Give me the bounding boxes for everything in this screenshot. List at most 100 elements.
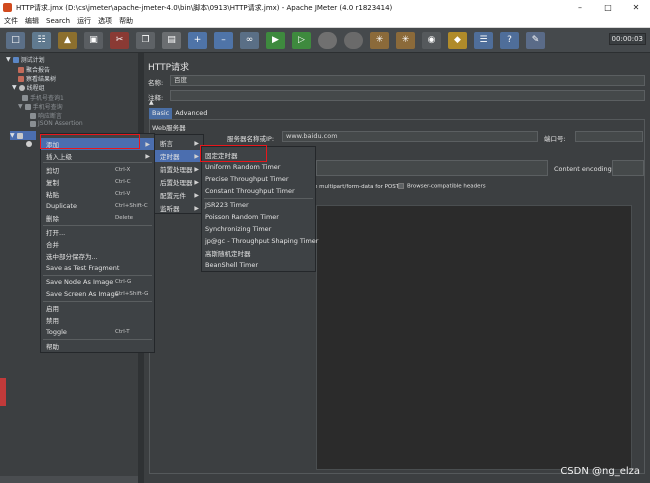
menu-item-open[interactable]: 打开... xyxy=(41,226,154,238)
elapsed-timer: 00:00:03 xyxy=(608,33,646,45)
menu-item-disable[interactable]: 禁用 xyxy=(41,314,154,326)
checkbox-icon xyxy=(398,183,404,189)
help-icon[interactable]: ? xyxy=(500,31,519,49)
menu-item-copy[interactable]: 复制 Ctrl-C xyxy=(41,176,154,188)
server-name-field[interactable]: www.baidu.com xyxy=(282,131,538,142)
clear-all-icon[interactable]: ✳ xyxy=(396,31,415,49)
menu-item-enable[interactable]: 启用 xyxy=(41,302,154,314)
menu-edit[interactable]: 编辑 xyxy=(25,16,39,26)
menu-file[interactable]: 文件 xyxy=(4,16,18,26)
timer-item-precise-throughput-timer[interactable]: Precise Throughput Timer xyxy=(202,173,315,185)
start-no-pause-icon[interactable]: ▷ xyxy=(292,31,311,49)
parameters-area[interactable] xyxy=(316,205,632,470)
tree-node-json-assertion[interactable]: JSON Assertion xyxy=(30,120,83,127)
tree-node-test-plan[interactable]: ▼ 测试计划 xyxy=(6,55,45,64)
tree-node-phone-query-1[interactable]: 手机号查询1 xyxy=(22,93,64,102)
remote-icon[interactable]: ✎ xyxy=(526,31,545,49)
menu-item-cut[interactable]: 剪切 Ctrl-X xyxy=(41,164,154,176)
open-icon[interactable]: ▲ xyxy=(58,31,77,49)
menu-item-delete[interactable]: 删除 Delete xyxy=(41,212,154,224)
copy-icon[interactable]: ❐ xyxy=(136,31,155,49)
clear-icon[interactable]: ✳ xyxy=(370,31,389,49)
content-encoding-field[interactable] xyxy=(612,160,644,176)
menu-item-insert-parent[interactable]: 插入上级 ▶ xyxy=(41,150,154,162)
toggle-icon[interactable]: ∞ xyxy=(240,31,259,49)
submenu-arrow-icon: ▶ xyxy=(194,139,199,147)
jmeter-window: HTTP请求.jmx (D:\cs\jmeter\apache-jmeter-4… xyxy=(0,0,650,483)
timer-item-poisson-random-timer[interactable]: Poisson Random Timer xyxy=(202,211,315,223)
timer-item-gaussian-random-timer[interactable]: 高斯随机定时器 xyxy=(202,247,315,259)
tree-node-aggregate-report[interactable]: 聚合报告 xyxy=(18,65,50,74)
submenu-item-timer[interactable]: 定时器 ▶ xyxy=(155,150,203,162)
tree-node-response-assertion[interactable]: 响应断言 xyxy=(30,111,62,120)
pencil-icon xyxy=(16,132,23,139)
cut-icon[interactable]: ✂ xyxy=(110,31,129,49)
function-helper-icon[interactable]: ☰ xyxy=(474,31,493,49)
submenu-item-pre-processor[interactable]: 前置处理器 ▶ xyxy=(155,163,203,175)
timer-item-synchronizing-timer[interactable]: Synchronizing Timer xyxy=(202,223,315,235)
minimize-button[interactable]: – xyxy=(566,0,594,15)
menu-item-merge[interactable]: 合并 xyxy=(41,238,154,250)
tree-node-child[interactable] xyxy=(26,141,34,147)
templates-icon[interactable]: ☷ xyxy=(32,31,51,49)
submenu-arrow-icon: ▶ xyxy=(194,204,199,212)
reset-search-icon[interactable]: ◆ xyxy=(448,31,467,49)
tree-node-thread-group[interactable]: ▼ 线程组 xyxy=(12,83,45,92)
comment-field[interactable] xyxy=(170,90,645,101)
search-icon[interactable]: ◉ xyxy=(422,31,441,49)
tree-node-http-request-selected[interactable]: ▼ xyxy=(10,131,36,140)
tree-horizontal-scrollbar[interactable] xyxy=(0,476,138,483)
sampler-tabs: Basic Advanced xyxy=(149,108,210,119)
submenu-arrow-icon: ▶ xyxy=(145,152,150,160)
browser-headers-checkbox[interactable]: Browser-compatible headers xyxy=(398,183,486,190)
multipart-checkbox-label: e multipart/form-data for POST xyxy=(314,184,400,190)
tree-node-phone-query[interactable]: ▼ 手机号查询 xyxy=(18,102,63,111)
timer-item-jsr223-timer[interactable]: JSR223 Timer xyxy=(202,199,315,211)
close-button[interactable]: ✕ xyxy=(622,0,650,15)
submenu-arrow-icon: ▶ xyxy=(194,191,199,199)
paste-icon[interactable]: ▤ xyxy=(162,31,181,49)
timer-item-throughput-shaping-timer[interactable]: jp@gc - Throughput Shaping Timer xyxy=(202,235,318,247)
tab-advanced[interactable]: Advanced xyxy=(172,108,210,119)
submenu-item-post-processor[interactable]: 后置处理器 ▶ xyxy=(155,176,203,188)
collapse-arrow-icon[interactable]: ▲ xyxy=(149,99,154,106)
maximize-button[interactable]: □ xyxy=(594,0,622,15)
timer-item-constant-throughput-timer[interactable]: Constant Throughput Timer xyxy=(202,185,315,197)
tree-node-view-results-tree[interactable]: 察看结果树 xyxy=(18,74,56,83)
menu-item-save-selection-as[interactable]: 选中部分保存为... xyxy=(41,250,154,262)
start-icon[interactable]: ▶ xyxy=(266,31,285,49)
submenu-item-assertion[interactable]: 断言 ▶ xyxy=(155,137,203,149)
collapse-icon[interactable]: – xyxy=(214,31,233,49)
menu-item-duplicate[interactable]: Duplicate Ctrl+Shift-C xyxy=(41,200,154,212)
expand-icon[interactable]: + xyxy=(188,31,207,49)
menu-item-save-as-test-fragment[interactable]: Save as Test Fragment xyxy=(41,262,154,274)
new-icon[interactable]: □ xyxy=(6,31,25,49)
jmeter-app-icon xyxy=(3,3,12,12)
timer-item-beanshell-timer[interactable]: BeanShell Timer xyxy=(202,259,315,271)
shutdown-icon[interactable] xyxy=(344,31,363,49)
menu-run[interactable]: 运行 xyxy=(77,16,91,26)
menu-item-paste[interactable]: 粘贴 Ctrl-V xyxy=(41,188,154,200)
menu-item-save-screen-as-image[interactable]: Save Screen As Image Ctrl+Shift-G xyxy=(41,288,154,300)
path-field[interactable] xyxy=(316,160,548,176)
sampler-icon xyxy=(24,103,31,110)
menu-search[interactable]: Search xyxy=(46,17,70,25)
timer-item-uniform-random-timer[interactable]: Uniform Random Timer xyxy=(202,161,315,173)
test-plan-icon xyxy=(12,56,19,63)
menu-options[interactable]: 选项 xyxy=(98,16,112,26)
submenu-item-config-element[interactable]: 配置元件 ▶ xyxy=(155,189,203,201)
menu-help[interactable]: 帮助 xyxy=(119,16,133,26)
menu-item-toggle[interactable]: Toggle Ctrl-T xyxy=(41,326,154,338)
page-title: HTTP请求 xyxy=(148,63,190,73)
name-field[interactable]: 百度 xyxy=(170,75,645,86)
menu-item-help[interactable]: 帮助 xyxy=(41,340,154,352)
port-field[interactable] xyxy=(575,131,643,142)
highlight-box-constant-timer xyxy=(200,145,267,162)
submenu-arrow-icon: ▶ xyxy=(194,165,199,173)
submenu-item-listener[interactable]: 监听器 ▶ xyxy=(155,202,203,214)
tab-basic[interactable]: Basic xyxy=(149,108,173,119)
stop-icon[interactable] xyxy=(318,31,337,49)
save-icon[interactable]: ▣ xyxy=(84,31,103,49)
submenu-arrow-icon: ▶ xyxy=(194,152,199,160)
menu-item-save-node-as-image[interactable]: Save Node As Image Ctrl-G xyxy=(41,276,154,288)
